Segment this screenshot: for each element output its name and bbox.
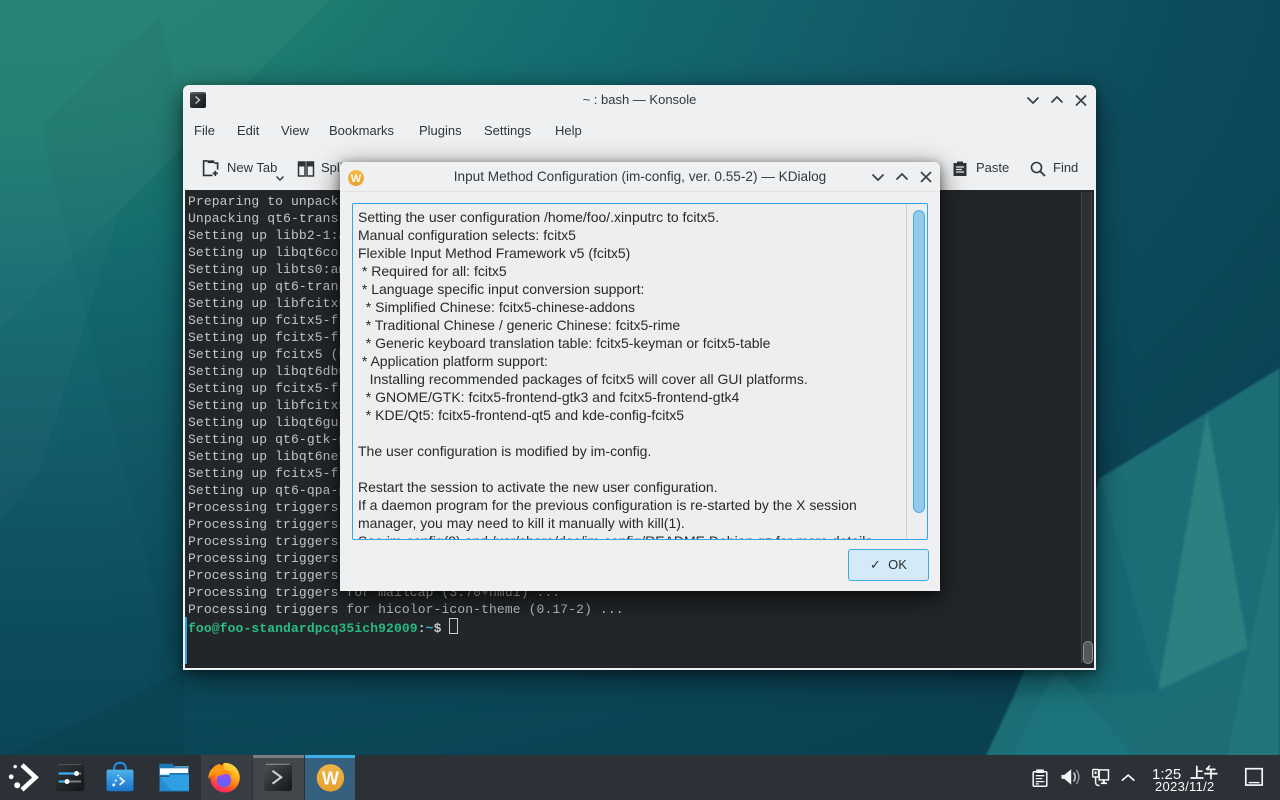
svg-text:W: W — [322, 768, 339, 788]
